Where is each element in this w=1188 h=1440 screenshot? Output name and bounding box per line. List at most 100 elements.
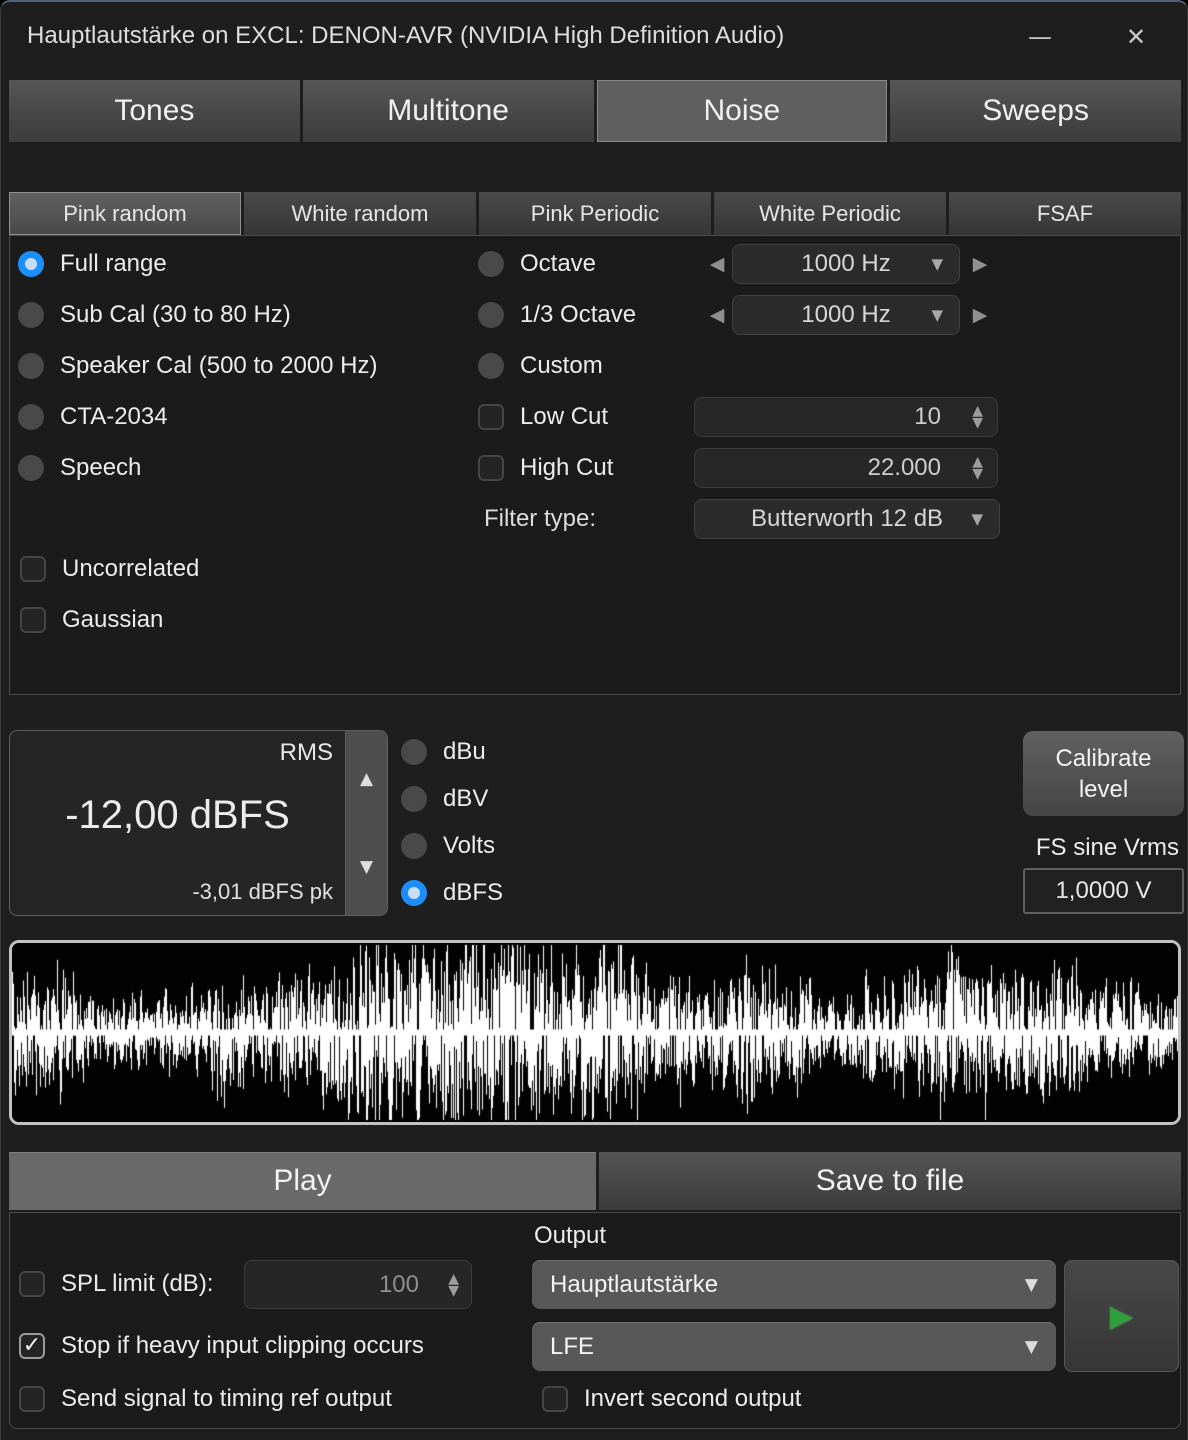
noise-options-panel: Full range Sub Cal (30 to 80 Hz) Speaker… — [9, 235, 1181, 695]
radio-cta-2034[interactable] — [18, 404, 44, 430]
play-button-label: Play — [273, 1164, 331, 1198]
high-cut-value: 22.000 — [868, 454, 941, 482]
third-octave-frequency-select[interactable]: 1000 Hz ▼ — [732, 295, 960, 335]
checkbox-uncorrelated[interactable]: ✓ — [20, 556, 46, 582]
calibrate-level-button[interactable]: Calibrate level — [1023, 731, 1184, 816]
tab-white-periodic-label: White Periodic — [759, 201, 901, 227]
spin-down-icon[interactable]: ▼ — [972, 468, 983, 480]
output-secondary-value: LFE — [550, 1333, 594, 1361]
fs-sine-input[interactable]: 1,0000 V — [1023, 868, 1184, 914]
radio-dbv[interactable] — [401, 786, 427, 812]
octave-frequency-select[interactable]: 1000 Hz ▼ — [732, 244, 960, 284]
third-octave-next-button[interactable]: ▶ — [968, 295, 992, 335]
level-slider[interactable]: ▲ ▼ — [345, 731, 387, 915]
high-cut-label: High Cut — [520, 454, 613, 482]
speech-label: Speech — [60, 454, 141, 482]
low-cut-label: Low Cut — [520, 403, 608, 431]
radio-custom[interactable] — [478, 353, 504, 379]
generator-window: Hauptlautstärke on EXCL: DENON-AVR (NVID… — [0, 0, 1188, 1440]
checkbox-high-cut[interactable]: ✓ — [478, 455, 504, 481]
tab-multitone-label: Multitone — [387, 94, 509, 128]
full-range-label: Full range — [60, 250, 167, 278]
radio-third-octave[interactable] — [478, 302, 504, 328]
checkbox-stop-clipping[interactable]: ✓ — [19, 1333, 45, 1359]
spin-down-icon[interactable]: ▼ — [448, 1285, 459, 1297]
tab-noise[interactable]: Noise — [597, 80, 888, 142]
third-octave-label: 1/3 Octave — [520, 301, 636, 329]
spl-limit-label: SPL limit (dB): — [61, 1270, 213, 1298]
play-button[interactable]: Play — [9, 1152, 596, 1210]
output-primary-select[interactable]: Hauptlautstärke ▼ — [532, 1260, 1056, 1309]
save-button-label: Save to file — [816, 1164, 964, 1198]
output-primary-value: Hauptlautstärke — [550, 1271, 718, 1299]
tab-pink-random[interactable]: Pink random — [9, 192, 241, 235]
arrow-left-icon: ◀ — [710, 304, 725, 326]
octave-label: Octave — [520, 250, 596, 278]
checkbox-low-cut[interactable]: ✓ — [478, 404, 504, 430]
checkbox-timing-ref[interactable]: ✓ — [19, 1386, 45, 1412]
output-secondary-select[interactable]: LFE ▼ — [532, 1322, 1056, 1371]
third-octave-frequency-value: 1000 Hz — [801, 301, 890, 329]
slider-up-button[interactable]: ▲ — [346, 769, 387, 789]
caret-down-icon: ▼ — [971, 510, 983, 528]
radio-volts[interactable] — [401, 833, 427, 859]
checkbox-spl-limit[interactable]: ✓ — [19, 1271, 45, 1297]
waveform-display — [9, 940, 1181, 1125]
octave-prev-button[interactable]: ◀ — [705, 244, 729, 284]
spl-limit-value: 100 — [379, 1271, 419, 1299]
dbu-label: dBu — [443, 738, 486, 766]
filter-type-value: Butterworth 12 dB — [751, 505, 943, 533]
tab-tones[interactable]: Tones — [9, 80, 300, 142]
radio-dbu[interactable] — [401, 739, 427, 765]
rms-peak-value: -3,01 dBFS pk — [192, 879, 333, 905]
output-panel: Output ✓ SPL limit (dB): 100 ▲▼ Hauptlaut… — [9, 1212, 1181, 1429]
tab-multitone[interactable]: Multitone — [303, 80, 594, 142]
invert-second-label: Invert second output — [584, 1385, 801, 1413]
tab-white-random[interactable]: White random — [244, 192, 476, 235]
spl-limit-input[interactable]: 100 ▲▼ — [244, 1260, 472, 1309]
octave-next-button[interactable]: ▶ — [968, 244, 992, 284]
checkbox-invert-second[interactable]: ✓ — [542, 1386, 568, 1412]
tab-noise-label: Noise — [704, 94, 781, 128]
tab-pink-periodic[interactable]: Pink Periodic — [479, 192, 711, 235]
tab-white-random-label: White random — [292, 201, 429, 227]
third-octave-prev-button[interactable]: ◀ — [705, 295, 729, 335]
tab-white-periodic[interactable]: White Periodic — [714, 192, 946, 235]
caret-down-icon: ▼ — [1025, 1275, 1038, 1295]
tab-sweeps-label: Sweeps — [982, 94, 1089, 128]
signal-tabs: Tones Multitone Noise Sweeps — [9, 80, 1181, 142]
cta-2034-label: CTA-2034 — [60, 403, 168, 431]
dbfs-label: dBFS — [443, 879, 503, 907]
output-label: Output — [534, 1222, 606, 1250]
dbv-label: dBV — [443, 785, 488, 813]
minimize-icon: — — [1028, 23, 1052, 51]
timing-ref-label: Send signal to timing ref output — [61, 1385, 392, 1413]
radio-speech[interactable] — [18, 455, 44, 481]
caret-down-icon: ▼ — [931, 306, 943, 324]
rms-value[interactable]: -12,00 dBFS — [10, 793, 345, 838]
checkbox-gaussian[interactable]: ✓ — [20, 607, 46, 633]
slider-down-button[interactable]: ▼ — [346, 857, 387, 877]
caret-down-icon: ▼ — [931, 255, 943, 273]
spin-down-icon[interactable]: ▼ — [972, 417, 983, 429]
speaker-cal-label: Speaker Cal (500 to 2000 Hz) — [60, 352, 378, 380]
radio-sub-cal[interactable] — [18, 302, 44, 328]
output-play-button[interactable]: ▶ — [1064, 1260, 1179, 1372]
waveform-canvas — [12, 943, 1178, 1122]
filter-type-select[interactable]: Butterworth 12 dB ▼ — [694, 499, 1000, 539]
minimize-button[interactable]: — — [1015, 14, 1065, 60]
tab-fsaf[interactable]: FSAF — [949, 192, 1181, 235]
tab-sweeps[interactable]: Sweeps — [890, 80, 1181, 142]
high-cut-input[interactable]: 22.000 ▲▼ — [694, 448, 998, 488]
tab-pink-random-label: Pink random — [63, 201, 187, 227]
radio-full-range[interactable] — [18, 251, 44, 277]
close-button[interactable]: ✕ — [1111, 14, 1161, 60]
radio-octave[interactable] — [478, 251, 504, 277]
close-icon: ✕ — [1126, 23, 1146, 51]
play-icon: ▶ — [1110, 1299, 1133, 1334]
radio-dbfs[interactable] — [401, 880, 427, 906]
low-cut-input[interactable]: 10 ▲▼ — [694, 397, 998, 437]
radio-speaker-cal[interactable] — [18, 353, 44, 379]
save-to-file-button[interactable]: Save to file — [599, 1152, 1181, 1210]
filter-type-label: Filter type: — [484, 505, 596, 533]
